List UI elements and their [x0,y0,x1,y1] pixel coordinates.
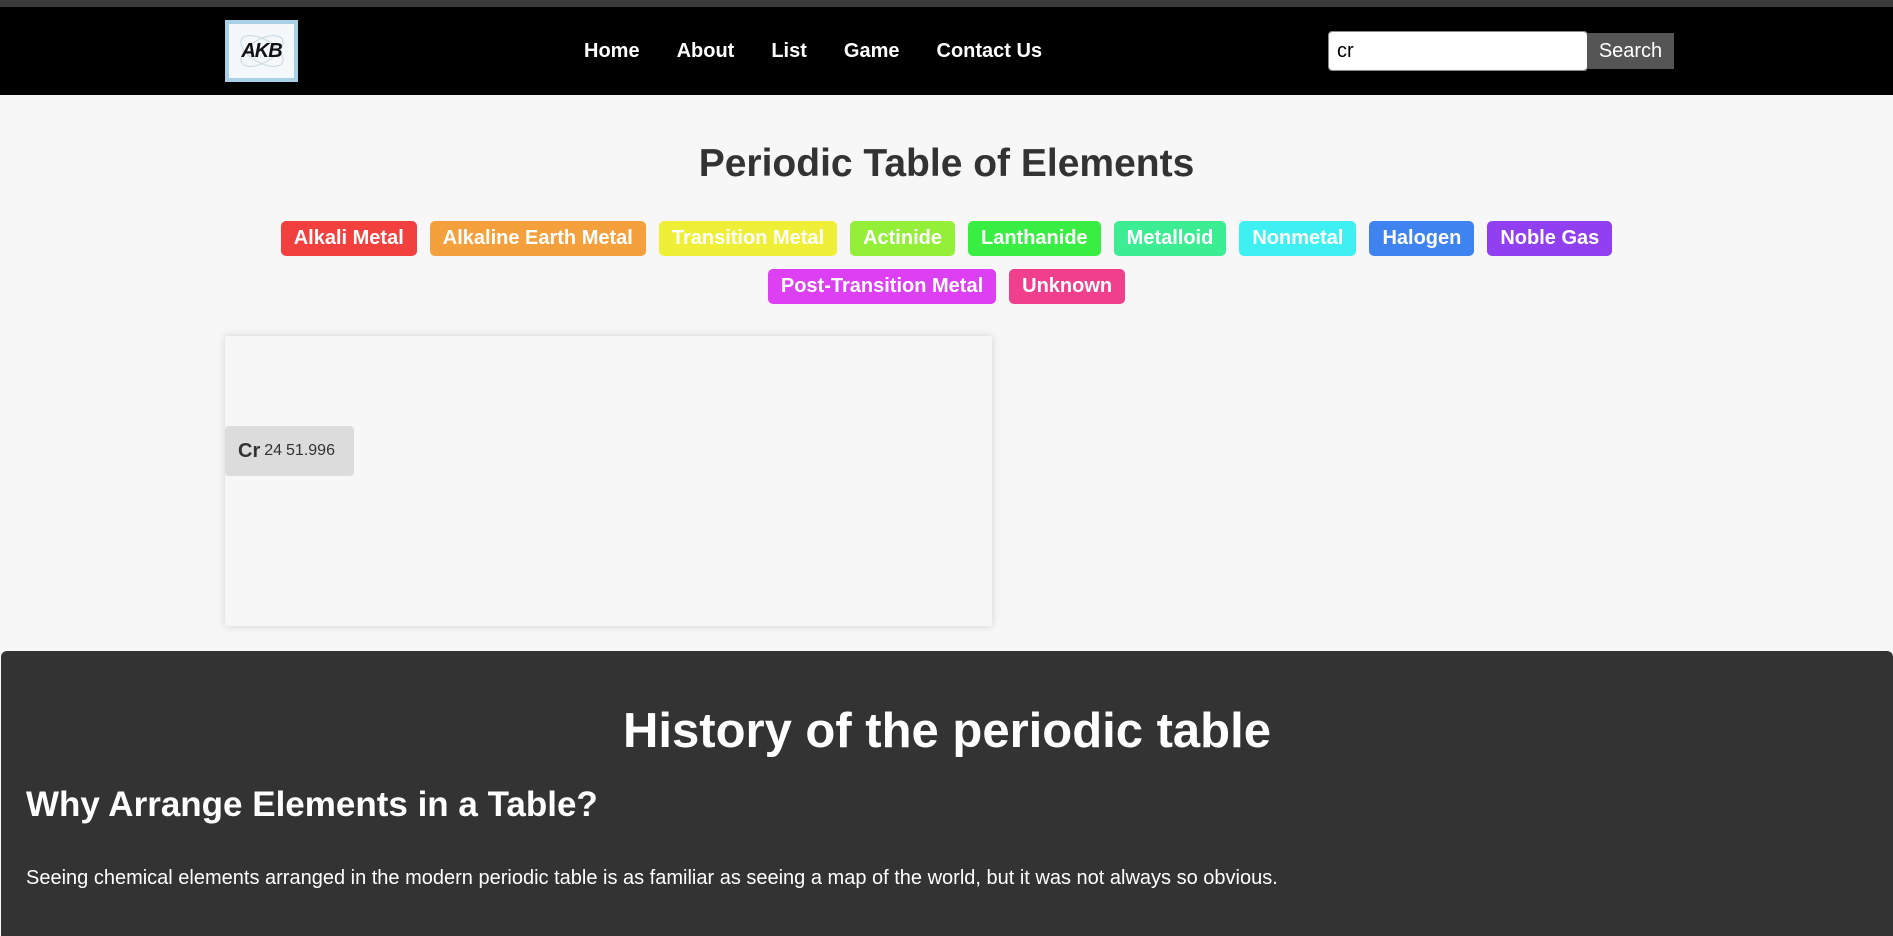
navbar: AKB Home About List Game Contact Us Sear… [0,7,1893,95]
nav-home-link[interactable]: Home [584,40,640,63]
category-chip[interactable]: Halogen [1369,221,1475,256]
search-button[interactable]: Search [1587,33,1674,69]
category-chip[interactable]: Nonmetal [1239,221,1357,256]
category-legend-row-2: Post-Transition Metal Unknown [0,269,1893,304]
category-chip[interactable]: Metalloid [1113,221,1227,256]
nav-links: Home About List Game Contact Us [584,7,1079,95]
periodic-table-container: Cr 24 51.996 [225,336,992,626]
nav-list-link[interactable]: List [771,40,807,63]
nav-about-link[interactable]: About [677,40,735,63]
search-input[interactable] [1328,31,1588,71]
category-chip[interactable]: Alkaline Earth Metal [429,221,646,256]
history-subtitle: Why Arrange Elements in a Table? [26,785,598,824]
category-chip[interactable]: Alkali Metal [280,221,417,256]
category-chip[interactable]: Lanthanide [967,221,1101,256]
category-chip[interactable]: Post-Transition Metal [767,269,997,304]
element-atomic-number: 24 [264,442,283,459]
history-section: History of the periodic table Why Arrang… [1,651,1893,936]
logo[interactable]: AKB [225,20,298,82]
element-symbol: Cr [238,439,261,462]
category-legend-row-1: Alkali Metal Alkaline Earth Metal Transi… [0,221,1893,256]
element-atomic-mass: 51.996 [286,442,335,459]
nav-game-link[interactable]: Game [844,40,900,63]
category-chip[interactable]: Transition Metal [658,221,838,256]
category-chip[interactable]: Unknown [1009,269,1126,304]
history-title: History of the periodic table [623,704,1271,758]
page-title: Periodic Table of Elements [698,142,1195,185]
atom-logo-icon: AKB [229,24,294,78]
nav-contact-link[interactable]: Contact Us [937,40,1043,63]
logo-text: AKB [241,39,282,62]
browser-top-strip [0,0,1893,7]
element-card-cr[interactable]: Cr 24 51.996 [225,426,354,476]
category-chip[interactable]: Actinide [850,221,955,256]
category-chip[interactable]: Noble Gas [1487,221,1613,256]
history-paragraph: Seeing chemical elements arranged in the… [26,867,1278,889]
